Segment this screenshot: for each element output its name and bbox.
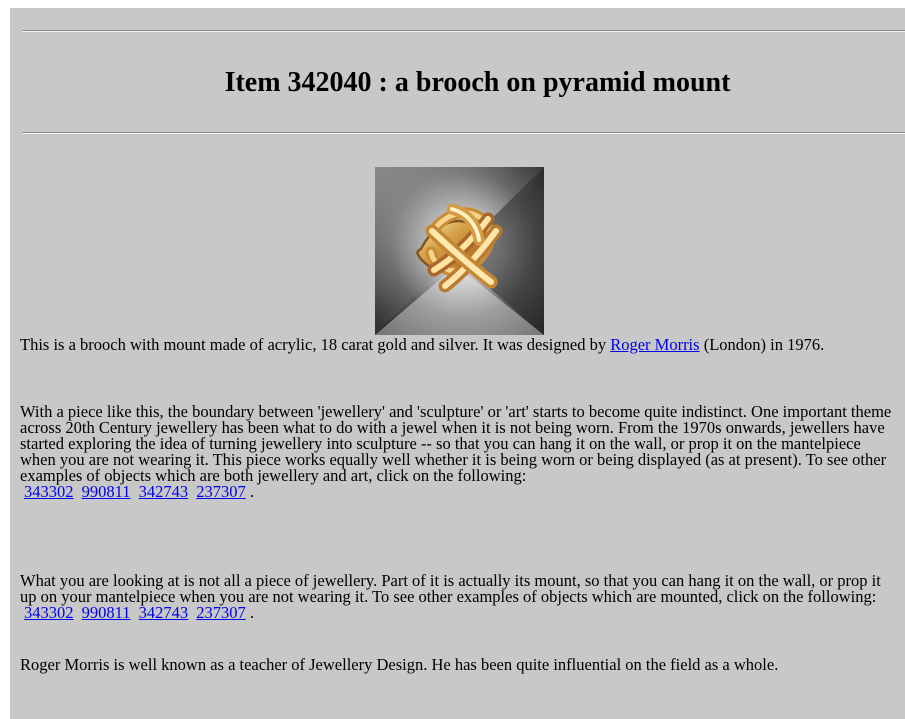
jewellery-art-text: With a piece like this, the boundary bet… [20, 402, 892, 485]
jewellery-art-link-1[interactable]: 343302 [24, 482, 74, 501]
description-paragraph: This is a brooch with mount made of acry… [20, 335, 900, 354]
mount-link-2[interactable]: 990811 [82, 603, 131, 622]
jewellery-art-paragraph: With a piece like this, the boundary bet… [20, 402, 900, 501]
mount-link-3[interactable]: 342743 [139, 603, 189, 622]
description-text: This is a brooch with mount made of acry… [20, 335, 611, 354]
title-divider [22, 132, 905, 134]
mount-link-4[interactable]: 237307 [196, 603, 246, 622]
designer-link[interactable]: Roger Morris [610, 335, 699, 354]
description-text-end: (London) in 1976. [699, 335, 825, 354]
jewellery-art-link-4[interactable]: 237307 [196, 482, 246, 501]
designer-paragraph: Roger Morris is well known as a teacher … [20, 655, 779, 674]
jewellery-art-link-3[interactable]: 342743 [139, 482, 189, 501]
page-title: Item 342040 : a brooch on pyramid mount [224, 67, 731, 98]
page-content: Item 342040 : a brooch on pyramid mount [10, 8, 905, 719]
mount-link-1[interactable]: 343302 [24, 603, 74, 622]
jewellery-art-link-2[interactable]: 990811 [82, 482, 131, 501]
mount-paragraph: What you are looking at is not all a pie… [20, 571, 900, 622]
mount-text: What you are looking at is not all a pie… [20, 571, 881, 606]
jewellery-art-end: . [249, 482, 255, 501]
brooch-photo [375, 167, 544, 335]
top-divider [22, 30, 905, 32]
mount-end: . [249, 603, 255, 622]
